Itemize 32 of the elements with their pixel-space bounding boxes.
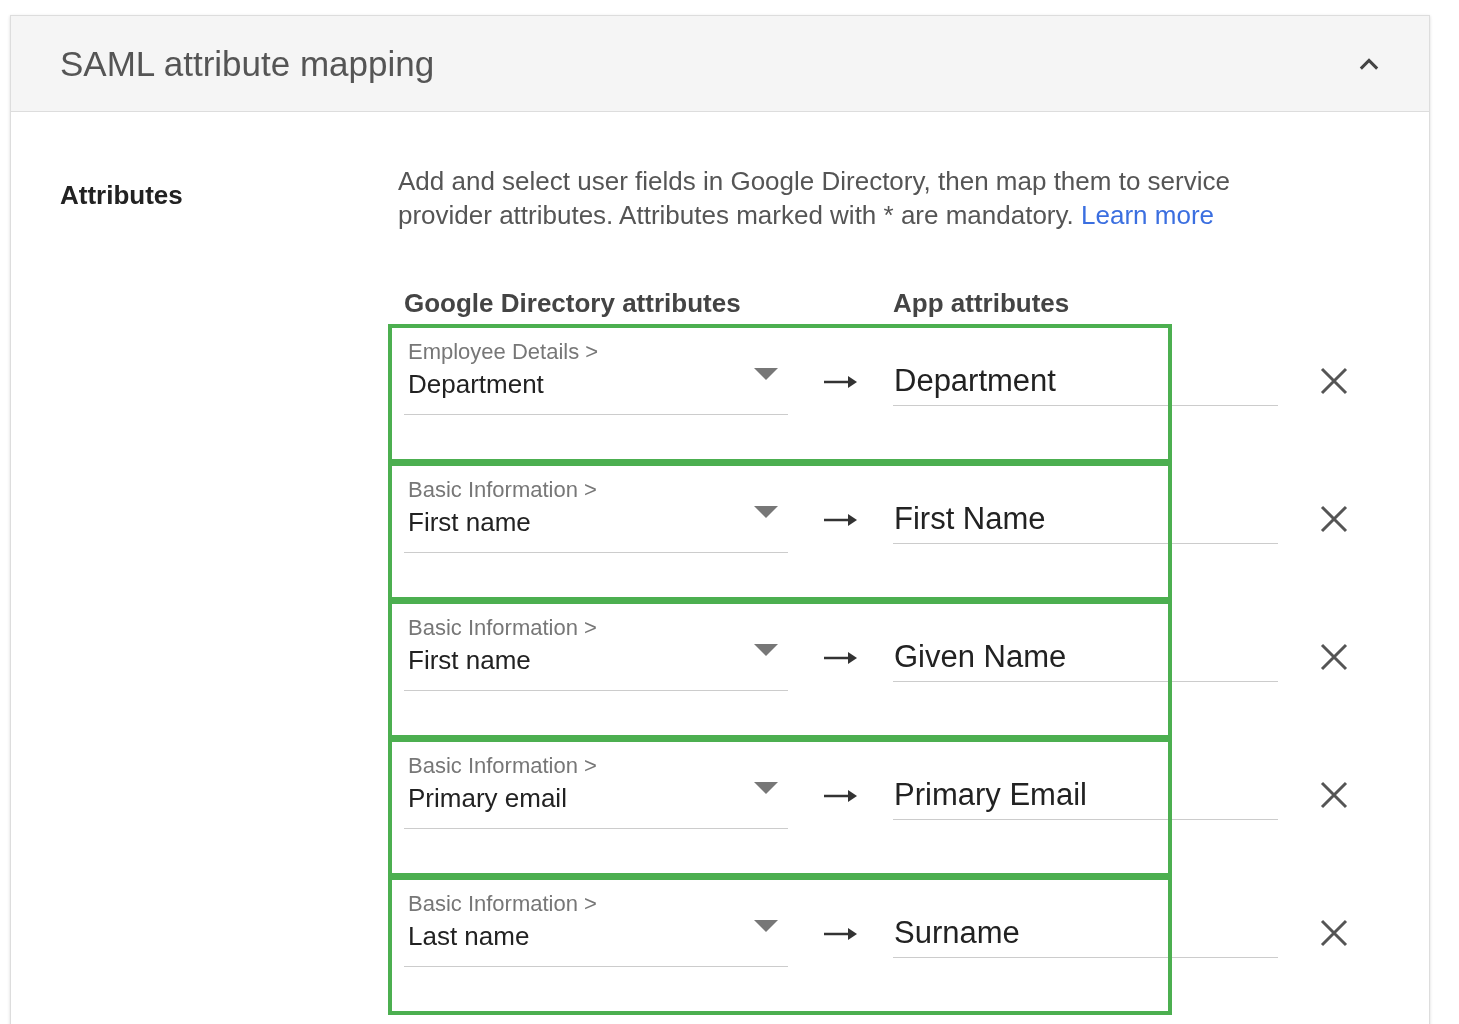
description-text: Add and select user fields in Google Directory, then map them to service provider attributes. Attributes marked with * are mandatory. Learn more <box>398 165 1231 232</box>
learn-more-link[interactable]: Learn more <box>1081 200 1214 230</box>
app-attribute-field[interactable]: Given Name <box>893 637 1278 682</box>
arrow-icon <box>824 374 858 389</box>
close-icon[interactable] <box>1320 504 1348 533</box>
panel-title: SAML attribute mapping <box>60 43 435 84</box>
caret-icon <box>754 506 778 518</box>
close-icon[interactable] <box>1320 642 1348 671</box>
arrow-icon <box>824 788 858 803</box>
close-icon[interactable] <box>1320 366 1348 395</box>
caret-icon <box>754 920 778 932</box>
column-header: App attributes <box>893 287 1071 319</box>
app-attribute-field[interactable]: First Name <box>893 499 1278 544</box>
attribute-dropdown[interactable]: Basic Information > First name <box>404 614 788 691</box>
attribute-dropdown[interactable]: Basic Information > Last name <box>404 890 788 967</box>
arrow-icon <box>824 650 858 665</box>
arrow-icon <box>824 512 858 527</box>
attribute-dropdown[interactable]: Basic Information > Primary email <box>404 752 788 829</box>
attribute-dropdown[interactable]: Employee Details > Department <box>404 338 788 415</box>
panel-header[interactable]: SAML attribute mapping <box>11 16 1429 112</box>
caret-icon <box>754 368 778 380</box>
arrow-icon <box>824 926 858 941</box>
column-header: Google Directory attributes <box>404 287 742 319</box>
section-label: Attributes <box>60 180 183 211</box>
app-attribute-field[interactable]: Department <box>893 361 1278 406</box>
caret-icon <box>754 644 778 656</box>
close-icon[interactable] <box>1320 780 1348 809</box>
close-icon[interactable] <box>1320 918 1348 947</box>
attribute-dropdown[interactable]: Basic Information > First name <box>404 476 788 553</box>
caret-icon <box>754 782 778 794</box>
app-attribute-field[interactable]: Primary Email <box>893 775 1278 820</box>
app-attribute-field[interactable]: Surname <box>893 913 1278 958</box>
